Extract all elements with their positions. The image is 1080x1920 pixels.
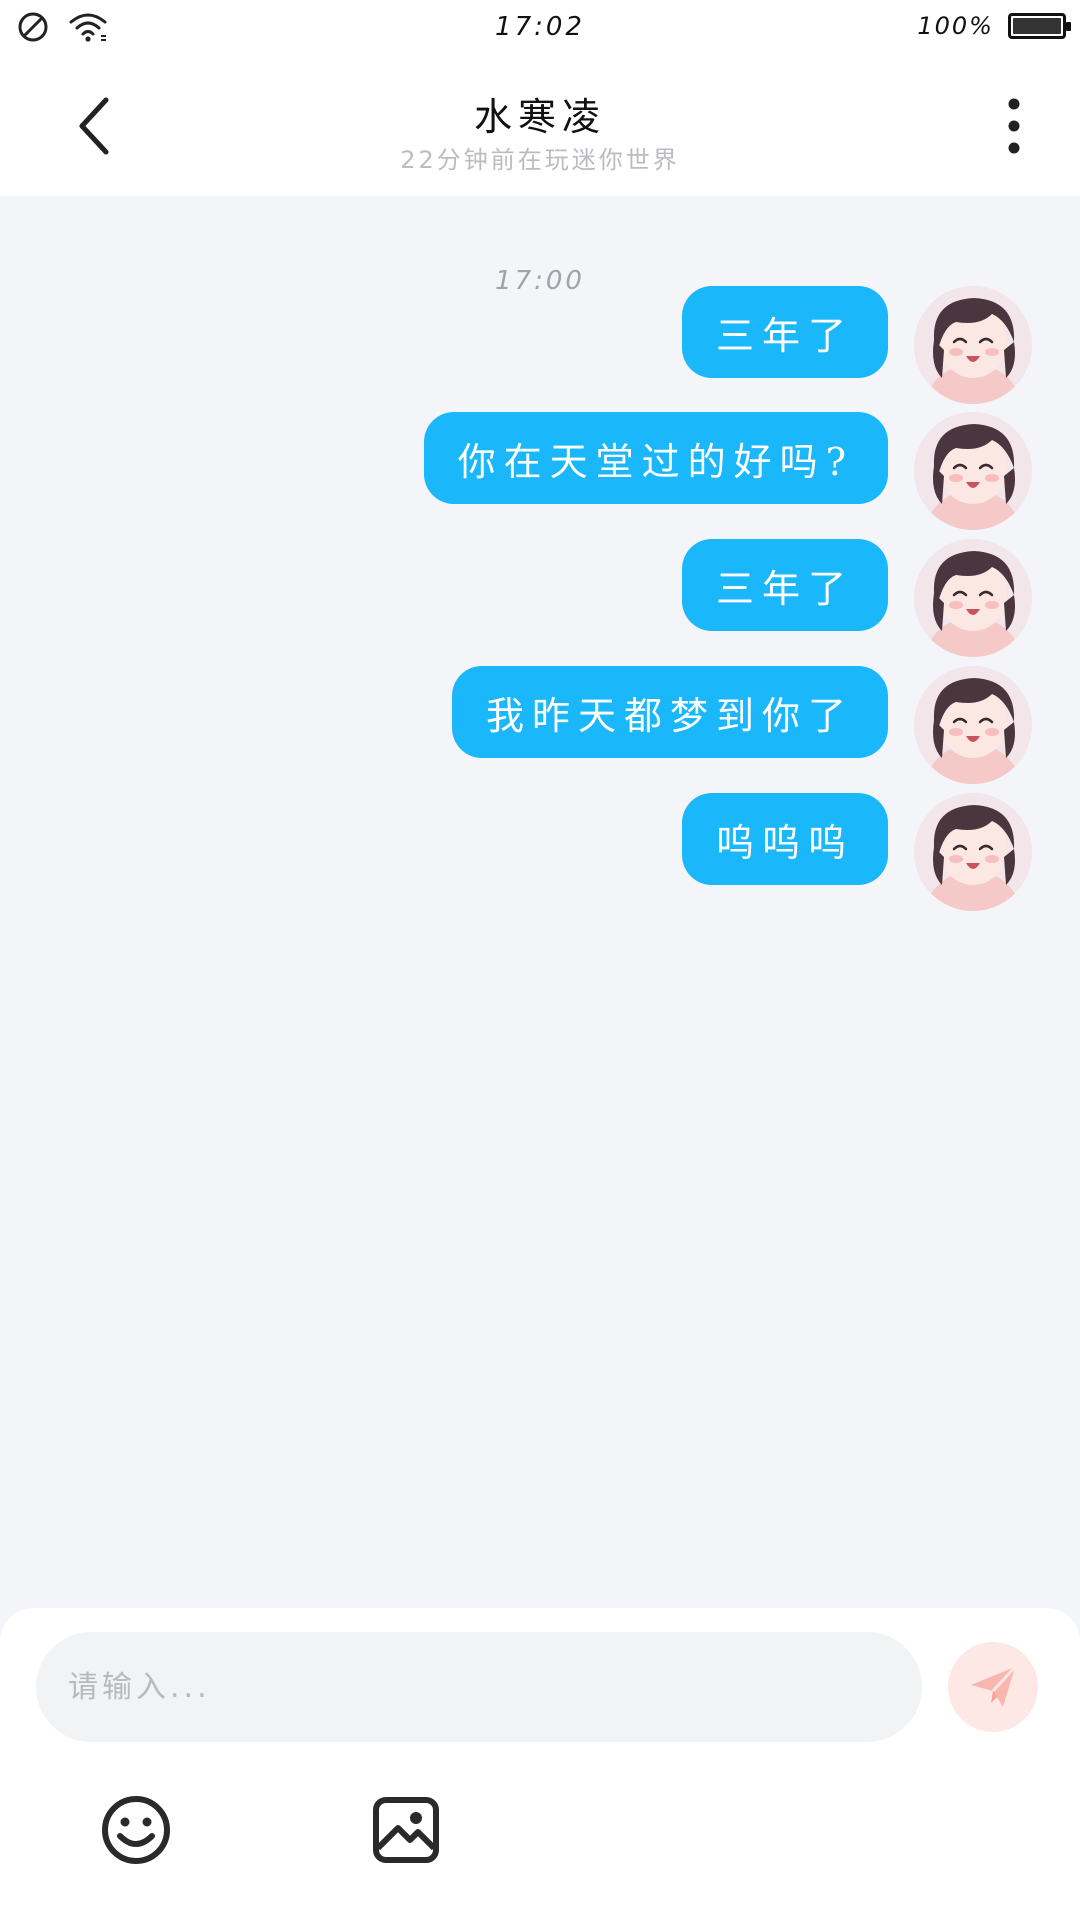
message-row: 我昨天都梦到你了 (451, 666, 1032, 786)
avatar[interactable] (914, 793, 1032, 911)
avatar[interactable] (914, 666, 1032, 784)
contact-status: 22分钟前在玩迷你世界 (400, 146, 680, 174)
composer-panel (0, 1608, 1080, 1920)
avatar[interactable] (914, 286, 1032, 404)
message-row: 呜呜呜 (681, 793, 1032, 913)
chat-header: 水寒凌 22分钟前在玩迷你世界 (0, 56, 1080, 196)
message-row: 三年了 (681, 539, 1032, 659)
image-button[interactable] (370, 1794, 442, 1866)
battery-percent: 100% (917, 12, 994, 40)
emoji-button[interactable] (100, 1794, 172, 1866)
send-icon (971, 1665, 1017, 1707)
contact-name: 水寒凌 (473, 95, 606, 139)
message-input[interactable] (36, 1632, 922, 1742)
more-vertical-icon (1008, 98, 1020, 154)
more-button[interactable] (994, 96, 1034, 156)
battery-icon (1008, 13, 1071, 39)
message-bubble[interactable]: 呜呜呜 (681, 793, 888, 885)
message-bubble[interactable]: 我昨天都梦到你了 (451, 666, 888, 758)
status-right: 100% (917, 12, 1071, 40)
message-bubble[interactable]: 三年了 (681, 539, 888, 631)
message-bubble[interactable]: 你在天堂过的好吗? (423, 412, 888, 504)
message-list[interactable]: 17:00 三年了 你在天堂过的好吗? 三年了 我昨天都梦到你了 呜呜呜 (0, 196, 1080, 1606)
status-bar: 17:02 100% (0, 0, 1080, 56)
message-row: 你在天堂过的好吗? (423, 412, 1032, 532)
avatar[interactable] (914, 412, 1032, 530)
message-bubble[interactable]: 三年了 (681, 286, 888, 378)
avatar[interactable] (914, 539, 1032, 657)
emoji-icon (102, 1796, 170, 1864)
image-icon (373, 1797, 439, 1863)
message-row: 三年了 (681, 286, 1032, 406)
send-button[interactable] (948, 1642, 1038, 1732)
